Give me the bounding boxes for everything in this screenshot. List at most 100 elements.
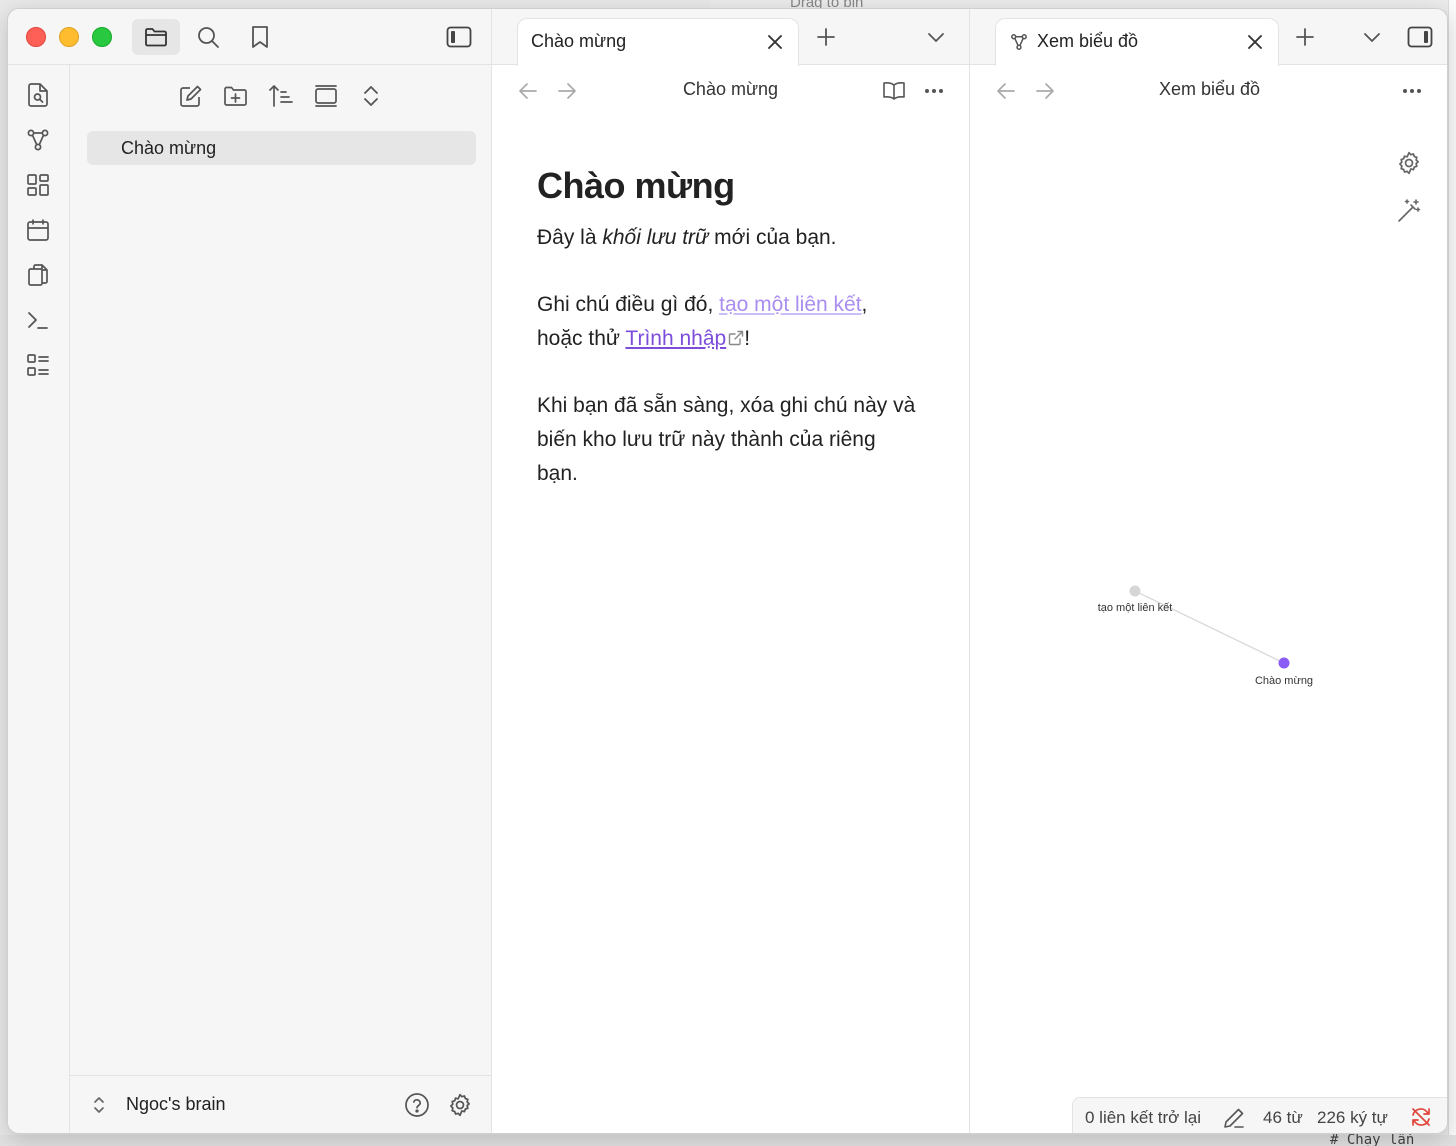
vault-name[interactable]: Ngoc's brain — [126, 1094, 225, 1115]
close-icon — [768, 35, 782, 49]
tab-bar: Chào mừng — [492, 9, 969, 66]
external-link[interactable]: Trình nhập — [625, 327, 726, 350]
daily-note-icon — [27, 219, 49, 241]
note-pane: Chào mừng Chào mừng Chào mừng Đây là khố… — [492, 9, 970, 1133]
templates-icon — [28, 264, 48, 286]
note-paragraph: Khi bạn đã sẵn sàng, xóa ghi chú này và … — [537, 394, 916, 485]
tab-graph-view[interactable]: Xem biểu đồ — [995, 18, 1279, 66]
vault-switcher-button[interactable] — [92, 1094, 106, 1116]
search-icon — [198, 27, 219, 48]
more-options-button[interactable] — [1400, 79, 1424, 103]
view-title[interactable]: Xem biểu đồ — [970, 79, 1447, 100]
collapse-view-button[interactable] — [311, 81, 341, 111]
close-icon — [1248, 35, 1262, 49]
help-button[interactable] — [404, 1092, 430, 1118]
plus-icon — [817, 28, 835, 46]
toggle-left-sidebar-button[interactable] — [444, 23, 474, 51]
new-note-button[interactable] — [176, 81, 206, 111]
tab-label: Xem biểu đồ — [1037, 31, 1139, 51]
settings-button[interactable] — [447, 1092, 473, 1118]
plus-icon — [1296, 28, 1314, 46]
new-folder-button[interactable] — [221, 81, 251, 111]
reading-view-button[interactable] — [882, 79, 906, 103]
close-tab-button[interactable] — [766, 33, 784, 51]
command-palette-button[interactable] — [24, 306, 52, 334]
tab-bar: Xem biểu đồ — [970, 9, 1447, 66]
background-window-bottom — [0, 1135, 1456, 1146]
chevron-down-icon — [928, 33, 944, 42]
more-horizontal-icon — [925, 89, 943, 93]
vault-switcher-bar: Ngoc's brain — [70, 1075, 492, 1133]
bookmarks-button[interactable] — [245, 23, 275, 51]
unresolved-link[interactable]: tạo một liên kết — [719, 293, 861, 316]
status-bar: 0 liên kết trở lại 46 từ 226 ký tự — [1072, 1097, 1447, 1133]
expand-collapse-button[interactable] — [356, 81, 386, 111]
sync-status-button[interactable] — [1410, 1106, 1432, 1128]
editing-mode-button[interactable] — [1223, 1107, 1245, 1129]
daily-note-button[interactable] — [24, 216, 52, 244]
view-header: Chào mừng — [492, 65, 969, 117]
external-link-icon — [729, 330, 744, 346]
toggle-right-sidebar-button[interactable] — [1406, 25, 1434, 49]
close-tab-button[interactable] — [1246, 33, 1264, 51]
canvas-button[interactable] — [24, 171, 52, 199]
new-tab-button[interactable] — [814, 25, 838, 49]
background-window-right — [1448, 0, 1456, 1146]
char-count: 226 ký tự — [1317, 1108, 1388, 1127]
pencil-icon — [1224, 1108, 1244, 1128]
search-button[interactable] — [193, 23, 223, 51]
graph-canvas[interactable]: tạo một liên kết Chào mừng — [970, 117, 1448, 1077]
graph-node-label: tạo một liên kết — [1098, 602, 1173, 614]
note-paragraph: Ghi chú điều gì đó, tạo một liên kết, hoặ… — [537, 293, 868, 350]
word-count: 46 từ — [1263, 1108, 1303, 1127]
more-horizontal-icon — [1403, 89, 1421, 93]
quick-switcher-button[interactable] — [24, 81, 52, 109]
chevron-down-icon — [1364, 33, 1380, 42]
sort-button[interactable] — [266, 81, 296, 111]
outline-button[interactable] — [24, 351, 52, 379]
file-explorer-actions — [70, 81, 492, 111]
backlinks-count[interactable]: 0 liên kết trở lại — [1085, 1108, 1201, 1128]
gear-icon — [450, 1093, 470, 1117]
new-note-icon — [180, 85, 202, 107]
help-icon — [405, 1093, 429, 1117]
zoom-window-button[interactable] — [92, 27, 112, 47]
graph-view-button[interactable] — [24, 126, 52, 154]
files-view-button[interactable] — [132, 19, 180, 55]
note-paragraph: Đây là khối lưu trữ mới của bạn. — [537, 226, 837, 249]
templates-button[interactable] — [24, 261, 52, 289]
graph-node-label: Chào mừng — [1255, 675, 1313, 687]
graph-node-unresolved[interactable] — [1129, 585, 1141, 597]
book-open-icon — [883, 82, 905, 100]
left-ribbon — [8, 65, 70, 1133]
minimize-window-button[interactable] — [59, 27, 79, 47]
command-palette-icon — [28, 312, 48, 329]
file-explorer: Chào mừng Ngoc's brain — [70, 65, 492, 1133]
tab-label: Chào mừng — [531, 31, 627, 51]
graph-node-active[interactable] — [1278, 657, 1290, 669]
tab-welcome[interactable]: Chào mừng — [517, 18, 799, 66]
tab-list-button[interactable] — [924, 25, 948, 49]
canvas-icon — [27, 174, 49, 196]
note-content[interactable]: Chào mừng Đây là khối lưu trữ mới của bạ… — [537, 165, 917, 524]
background-code-text: # Chạy lần — [1330, 1132, 1415, 1146]
titlebar-left — [8, 9, 492, 65]
view-header: Xem biểu đồ — [970, 65, 1447, 117]
graph-pane: Xem biểu đồ Xem biểu đồ tạo một liên kết… — [970, 9, 1448, 1133]
sidebar-toggle-icon — [1407, 26, 1433, 48]
collapse-view-icon — [315, 85, 337, 107]
expand-collapse-icon — [364, 86, 378, 106]
bookmark-icon — [252, 26, 268, 48]
graph-view-icon — [27, 129, 49, 151]
tab-list-button[interactable] — [1360, 25, 1384, 49]
more-options-button[interactable] — [922, 79, 946, 103]
italic-text: khối lưu trữ — [602, 226, 709, 249]
chevron-up-down-icon — [94, 1097, 104, 1113]
outline-icon — [27, 354, 49, 376]
graph-view-icon — [1011, 34, 1027, 50]
sidebar-toggle-icon — [446, 26, 472, 48]
app-window: Chào mừng Ngoc's brain Chào mừng Chào mừ… — [7, 8, 1448, 1134]
file-item[interactable]: Chào mừng — [87, 131, 476, 165]
new-tab-button[interactable] — [1293, 25, 1317, 49]
close-window-button[interactable] — [26, 27, 46, 47]
